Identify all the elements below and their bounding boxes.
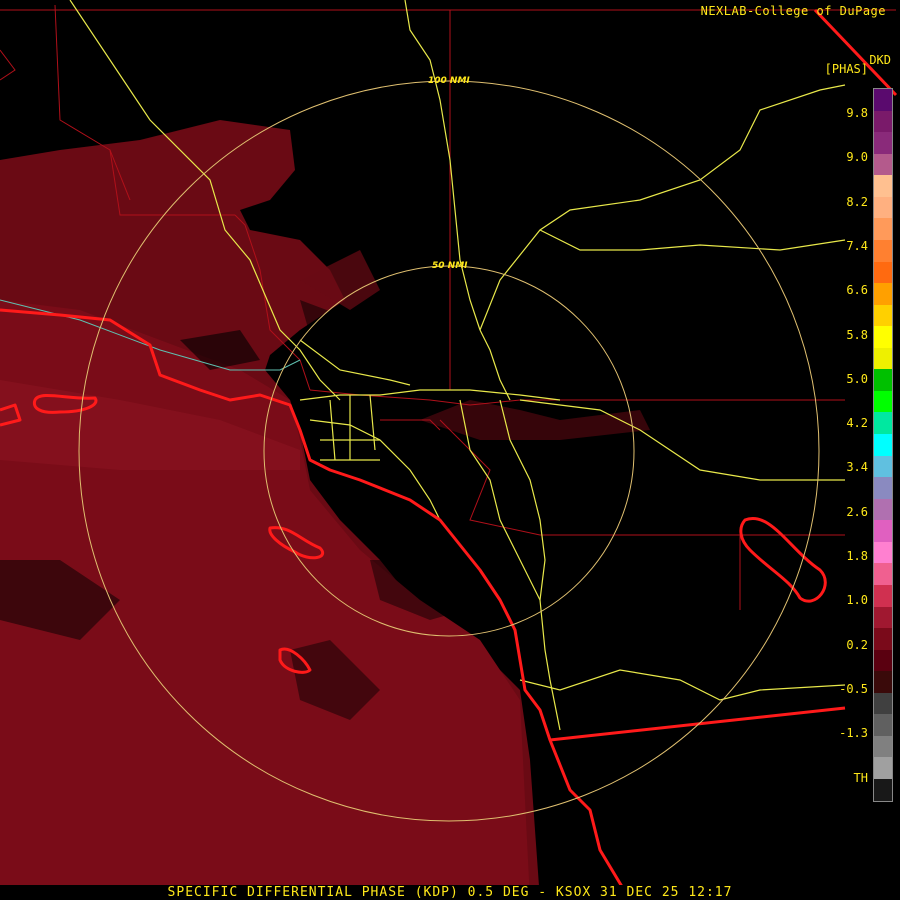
- color-scale-bar: [873, 88, 893, 802]
- color-scale-segment: [874, 390, 892, 413]
- color-scale-segment: [874, 283, 892, 305]
- color-scale-tick: 2.6: [846, 504, 868, 519]
- color-scale-tick: -0.5: [839, 681, 868, 696]
- units-label: [PHAS]: [824, 62, 868, 76]
- color-scale-segment: [874, 369, 892, 391]
- ring-label-50: 50 NMI: [432, 261, 468, 271]
- color-scale-segment: [874, 671, 892, 693]
- color-scale-segment: [874, 692, 892, 715]
- color-scale-tick: -1.3: [839, 726, 868, 741]
- color-scale-segment: [874, 89, 892, 111]
- color-scale-segment: [874, 434, 892, 456]
- color-scale-segment: [874, 584, 892, 607]
- color-scale-segment: [874, 714, 892, 736]
- product-code: DKD: [869, 53, 891, 67]
- color-scale-segment: [874, 477, 892, 499]
- color-scale-segment: [874, 196, 892, 219]
- color-scale-segment: [874, 412, 892, 434]
- color-scale-segment: [874, 239, 892, 262]
- ring-label-100: 100 NMI: [428, 76, 470, 86]
- color-scale-tick: 0.2: [846, 637, 868, 652]
- color-scale-segment: [874, 304, 892, 327]
- color-scale-tick: 5.8: [846, 327, 868, 342]
- color-scale-tick: 9.0: [846, 150, 868, 165]
- credit-label: NEXLAB-College of DuPage: [700, 4, 886, 18]
- color-scale-segment: [874, 455, 892, 478]
- color-scale-segment: [874, 153, 892, 176]
- color-scale-segment: [874, 606, 892, 629]
- color-scale-tick: 6.6: [846, 283, 868, 298]
- color-scale-segment: [874, 110, 892, 133]
- color-scale-segment: [874, 347, 892, 370]
- color-scale-tick: 4.2: [846, 416, 868, 431]
- color-scale-segment: [874, 175, 892, 197]
- color-scale-segment: [874, 326, 892, 348]
- color-scale-tick: 1.0: [846, 593, 868, 608]
- product-caption: SPECIFIC DIFFERENTIAL PHASE (KDP) 0.5 DE…: [0, 885, 900, 900]
- color-scale-tick: 3.4: [846, 460, 868, 475]
- color-scale-segment: [874, 735, 892, 758]
- color-scale-segment: [874, 218, 892, 240]
- color-scale-tick: 5.0: [846, 371, 868, 386]
- color-scale-segment: [874, 132, 892, 154]
- color-scale-segment: [874, 498, 892, 521]
- color-scale-segment: [874, 520, 892, 542]
- color-scale-tick: 8.2: [846, 194, 868, 209]
- color-scale-segment: [874, 649, 892, 672]
- color-scale-tick: 1.8: [846, 549, 868, 563]
- color-scale-segment: [874, 628, 892, 650]
- color-scale-tick: 7.4: [846, 238, 868, 253]
- color-scale-tick: 9.8: [846, 106, 868, 120]
- color-scale-segment: [874, 261, 892, 284]
- radar-map: 50 NMI 100 NMI: [0, 0, 900, 900]
- color-scale-tick: TH: [853, 770, 868, 785]
- color-scale-segment: [874, 541, 892, 564]
- color-scale-segment: [874, 757, 892, 779]
- color-scale-segment: [874, 563, 892, 585]
- color-scale-segment: [874, 779, 892, 801]
